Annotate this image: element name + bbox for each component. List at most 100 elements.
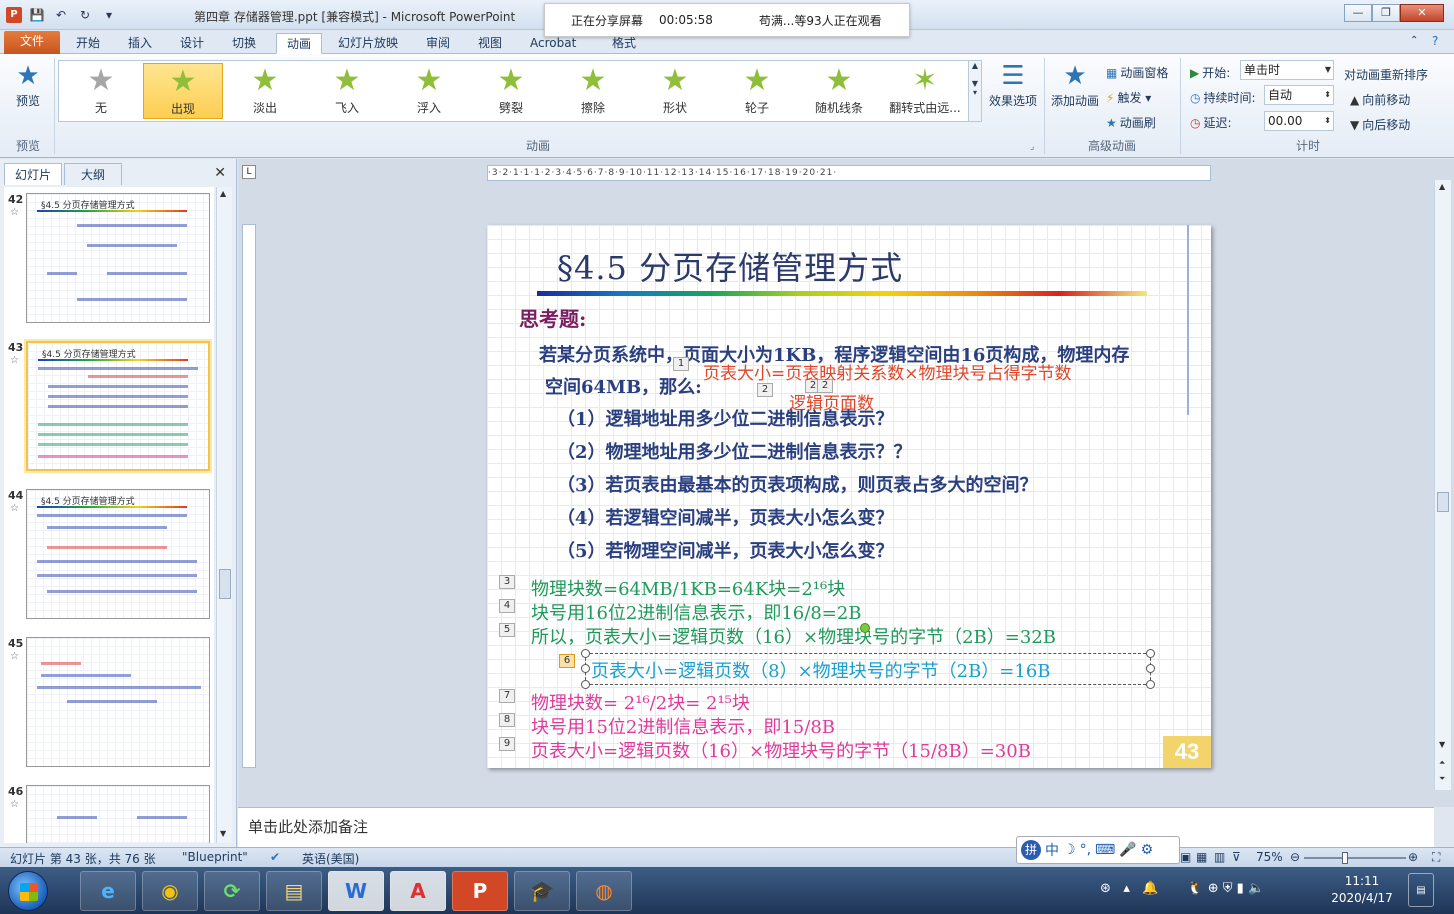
question-3[interactable]: （3）若页表由最基本的页表项构成，则页表占多大的空间？ [557,471,1038,497]
punctuation-icon[interactable]: °, [1080,842,1091,858]
anim-tag-6[interactable]: 6 [559,654,575,668]
slide-title[interactable]: §4.5 分页存储管理方式 [557,243,903,289]
close-icon[interactable]: ✕ [1400,4,1444,22]
rotation-handle[interactable] [860,623,870,633]
tab-review[interactable]: 审阅 [416,33,460,54]
thumbnail-43[interactable]: 43 ☆ §4.5 分页存储管理方式 [4,333,214,473]
reading-view-icon[interactable]: ▥ [1214,850,1225,864]
firefox-icon[interactable]: ◍ [576,871,632,911]
shield-icon[interactable]: ⛨ [1223,881,1233,896]
answer-half-block-bits[interactable]: 块号用15位2进制信息表示，即15/8B [531,713,835,739]
ime-toolbar[interactable]: 拼 中 ☽ °, ⌨ 🎤 ⚙ [1016,836,1180,864]
network-icon[interactable]: ▮ [1237,881,1244,896]
red-annotation-formula[interactable]: 页表大小=页表映射关系数×物理块号占得字节数 [703,359,1072,384]
delay-input[interactable]: 00.00 ⬍ [1264,111,1334,131]
tab-selector[interactable]: L [242,165,256,179]
anim-shape[interactable]: ★ 形状 [635,63,715,119]
zoom-out-icon[interactable]: ⊖ [1290,850,1300,864]
anim-tag-7[interactable]: 7 [499,689,515,703]
sorter-view-icon[interactable]: ▦ [1196,850,1207,864]
answer-half-page-table[interactable]: 页表大小=逻辑页数（16）×物理块号的字节（15/8B）=30B [531,737,1031,763]
thumbnail-44[interactable]: 44 ☆ §4.5 分页存储管理方式 [4,481,214,621]
plus-icon[interactable]: ⊕ [1208,881,1219,896]
normal-view-icon[interactable]: ▣ [1180,850,1191,864]
anim-random-bars[interactable]: ★ 随机线条 [799,63,879,119]
tab-transitions[interactable]: 切换 [222,33,266,54]
next-slide-icon[interactable]: ⏷ [1439,774,1445,784]
tab-home[interactable]: 开始 [66,33,110,54]
tab-view[interactable]: 视图 [468,33,512,54]
powerpoint-icon[interactable]: P [452,871,508,911]
redo-icon[interactable]: ↻ [76,6,94,24]
panel-scrollbar[interactable]: ▲ ▼ [216,187,232,843]
thumbnail-42[interactable]: 42 ☆ §4.5 分页存储管理方式 [4,187,214,325]
vertical-scrollbar[interactable]: ▲ ▼ ⏶ ⏷ [1434,180,1451,790]
move-earlier-button[interactable]: ▲ 向前移动 [1350,91,1410,108]
spinner-icon[interactable]: ⬍ [1324,86,1331,104]
answer-physical-blocks[interactable]: 物理块数=64MB/1KB=64K块=2¹⁶块 [531,575,845,601]
spinner-icon[interactable]: ⬍ [1324,112,1331,130]
gallery-scroll[interactable]: ▲ ▼ ▾ [968,60,982,122]
intro-line-2[interactable]: 空间64MB，那么: [545,373,702,399]
resize-handle[interactable] [581,649,590,658]
preview-button[interactable]: ★ 预览 [8,60,48,109]
anim-tag-9[interactable]: 9 [499,737,515,751]
zoom-in-icon[interactable]: ⊕ [1408,850,1418,864]
animation-pane-button[interactable]: ▦ 动画窗格 [1106,64,1168,81]
notes-pane[interactable]: 单击此处添加备注 [238,807,1434,847]
resize-handle[interactable] [1146,664,1155,673]
answer-page-table-size[interactable]: 所以，页表大小=逻辑页数（16）×物理块号的字节（2B）=32B [531,623,1056,649]
anim-wipe[interactable]: ★ 擦除 [553,63,633,119]
dialog-launcher-icon[interactable]: ⌟ [1030,142,1034,152]
spellcheck-icon[interactable]: ✔ [270,850,280,864]
undo-icon[interactable]: ↶ [52,6,70,24]
settings-icon[interactable]: ⚙ [1141,842,1154,858]
acrobat-icon[interactable]: A [390,871,446,911]
chrome-icon[interactable]: ◉ [142,871,198,911]
anim-tag-5[interactable]: 5 [499,623,515,637]
qq-icon[interactable]: 🐧 [1187,881,1203,896]
scroll-down-icon[interactable]: ▼ [220,829,226,838]
anim-tag-1[interactable]: 1 [673,357,689,371]
tab-outline[interactable]: 大纲 [64,163,122,185]
anim-split[interactable]: ★ 劈裂 [471,63,551,119]
language-indicator[interactable]: 英语(美国) [302,850,359,867]
minimize-icon[interactable]: — [1344,4,1372,22]
scroll-down-icon[interactable]: ▼ [1439,740,1445,749]
anim-fly-in[interactable]: ★ 飞入 [307,63,387,119]
question-1[interactable]: （1）逻辑地址用多少位二进制信息表示？ [557,405,894,431]
help-icon[interactable]: ? [1432,34,1438,48]
question-4[interactable]: （4）若逻辑空间减半，页表大小怎么变？ [557,504,894,530]
moon-icon[interactable]: ☽ [1063,842,1076,858]
refresh-app-icon[interactable]: ⟳ [204,871,260,911]
slideshow-view-icon[interactable]: ⊽ [1232,850,1241,864]
resize-handle[interactable] [1146,649,1155,658]
question-5[interactable]: （5）若物理空间减半，页表大小怎么变？ [557,537,894,563]
add-animation-button[interactable]: ★ 添加动画 [1050,60,1100,109]
anim-tag-3[interactable]: 3 [499,575,515,589]
graduation-cap-icon[interactable]: 🎓 [514,871,570,911]
save-icon[interactable]: 💾 [28,6,46,24]
duration-input[interactable]: 自动 ⬍ [1264,85,1334,105]
ime-language[interactable]: 中 [1045,840,1059,860]
slide-canvas[interactable]: §4.5 分页存储管理方式 思考题: 若某分页系统中，页面大小为1KB，程序逻辑… [487,225,1211,768]
answer-half-physical-blocks[interactable]: 物理块数= 2¹⁶/2块= 2¹⁵块 [531,689,750,715]
close-panel-icon[interactable]: ✕ [214,165,226,181]
ie-icon[interactable]: e [80,871,136,911]
resize-handle[interactable] [581,680,590,689]
anim-appear[interactable]: ★ 出现 [143,63,223,119]
tab-animations[interactable]: 动画 [276,33,323,54]
tab-slides[interactable]: 幻灯片 [4,163,62,185]
scroll-up-icon[interactable]: ▲ [1439,182,1445,191]
anim-fade[interactable]: ★ 淡出 [225,63,305,119]
scroll-thumb[interactable] [219,569,231,599]
answer-block-bits[interactable]: 块号用16位2进制信息表示，即16/8=2B [531,599,862,625]
answer-half-logical[interactable]: 页表大小=逻辑页数（8）×物理块号的字节（2B）=16B [591,657,1051,683]
resize-handle[interactable] [1146,680,1155,689]
word-icon[interactable]: W [328,871,384,911]
anim-tag-8[interactable]: 8 [499,713,515,727]
tab-insert[interactable]: 插入 [118,33,162,54]
zoom-knob[interactable] [1342,852,1348,864]
question-2[interactable]: （2）物理地址用多少位二进制信息表示？？ [557,438,912,464]
effect-options-button[interactable]: ☰ 效果选项 [988,60,1038,109]
